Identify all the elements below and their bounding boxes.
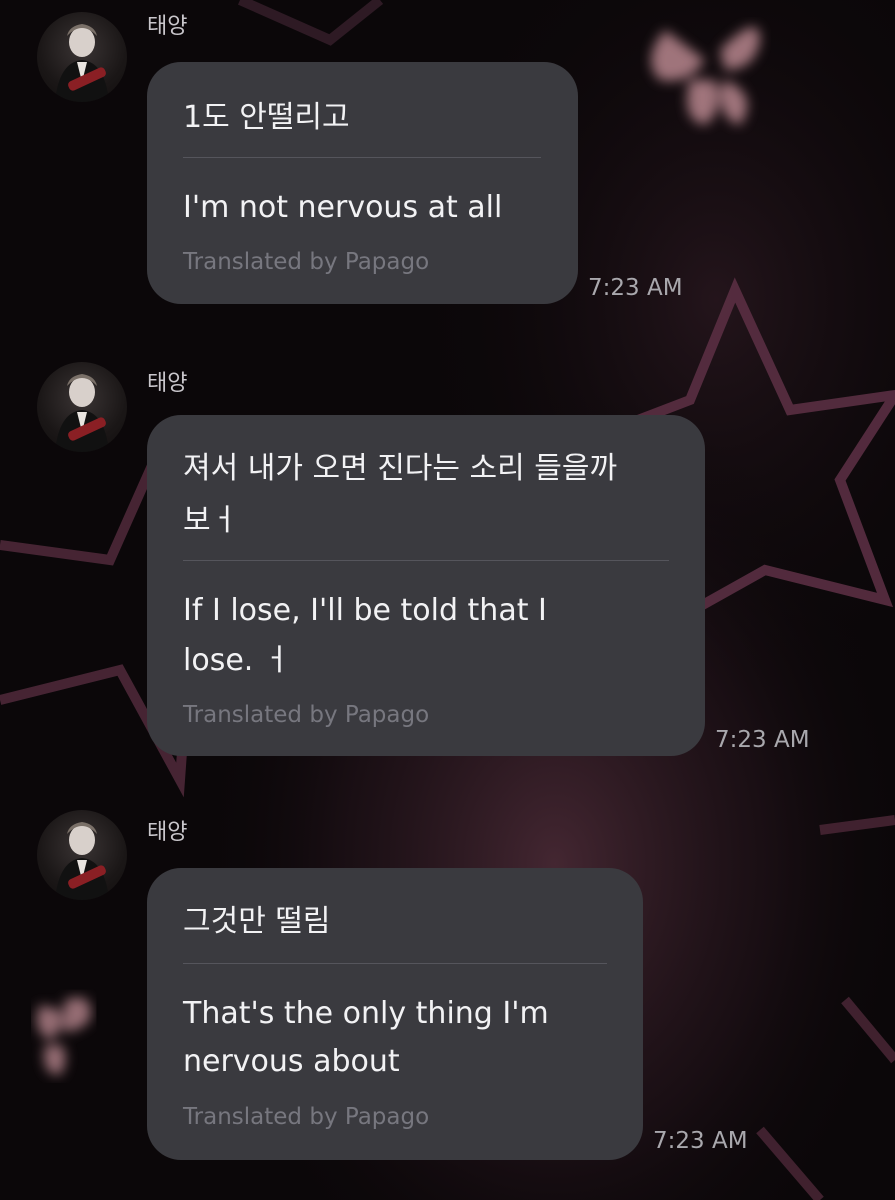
divider — [183, 157, 541, 158]
translation-credit: Translated by Papago — [183, 249, 430, 275]
divider — [183, 560, 669, 561]
original-text-line: 져서 내가 오면 진다는 소리 들을까 — [183, 451, 618, 486]
message-bubble[interactable]: 1도 안떨리고 I'm not nervous at all Translate… — [147, 62, 578, 304]
original-text: 1도 안떨리고 — [183, 100, 350, 135]
translated-text-line: That's the only thing I'm — [183, 996, 549, 1031]
sender-name: 태양 — [147, 820, 188, 845]
avatar-icon — [55, 24, 109, 102]
original-text-line: 보ㅓ — [183, 503, 239, 538]
avatar[interactable] — [37, 362, 127, 452]
translation-credit: Translated by Papago — [183, 702, 430, 728]
translated-text-line: If I lose, I'll be told that I — [183, 593, 547, 628]
sender-name: 태양 — [147, 371, 188, 396]
timestamp: 7:23 AM — [588, 275, 683, 301]
avatar-icon — [55, 822, 109, 900]
original-text: 그것만 떨림 — [183, 904, 331, 939]
timestamp: 7:23 AM — [653, 1128, 748, 1154]
timestamp: 7:23 AM — [715, 727, 810, 753]
message-bubble[interactable]: 져서 내가 오면 진다는 소리 들을까 보ㅓ If I lose, I'll b… — [147, 415, 705, 756]
translation-credit: Translated by Papago — [183, 1104, 430, 1130]
message-bubble[interactable]: 그것만 떨림 That's the only thing I'm nervous… — [147, 868, 643, 1160]
translated-text-line: nervous about — [183, 1044, 400, 1079]
sender-name: 태양 — [147, 14, 188, 39]
avatar-icon — [55, 374, 109, 452]
translated-text-line: lose. ㅓ — [183, 643, 291, 678]
avatar[interactable] — [37, 810, 127, 900]
translated-text: I'm not nervous at all — [183, 190, 503, 225]
avatar[interactable] — [37, 12, 127, 102]
divider — [183, 963, 607, 964]
